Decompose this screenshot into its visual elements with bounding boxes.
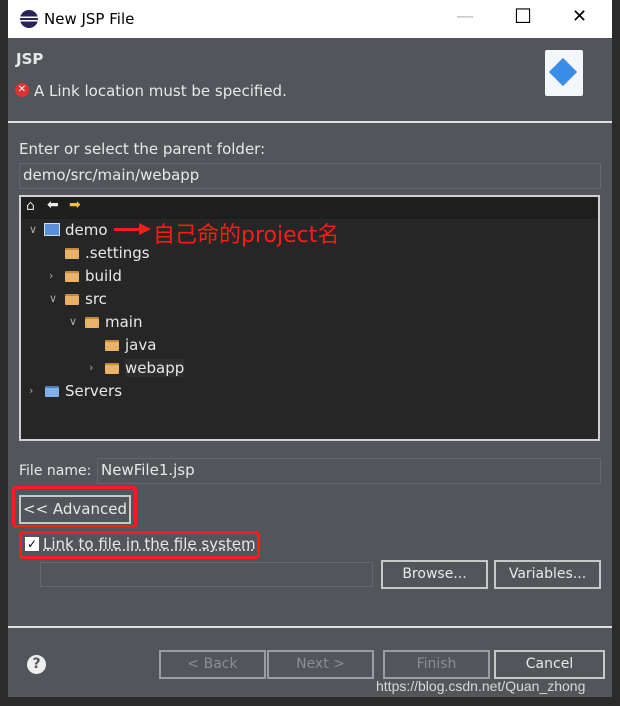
next-button[interactable]: Next > <box>267 650 374 679</box>
link-location-input[interactable] <box>40 562 373 587</box>
folder-icon <box>85 317 99 328</box>
link-checkbox[interactable]: ✓ <box>25 537 39 551</box>
tree-item-webapp[interactable]: › webapp <box>89 357 185 379</box>
folder-icon <box>65 271 79 282</box>
link-checkbox-label[interactable]: Link to file in the file system <box>43 535 256 553</box>
page-title: JSP <box>16 50 44 68</box>
cancel-button[interactable]: Cancel <box>494 650 605 679</box>
minimize-icon[interactable]: — <box>456 6 474 27</box>
folder-icon <box>65 294 79 305</box>
annotation-text: 自己命的project名 <box>153 223 340 248</box>
folder-icon <box>65 248 79 259</box>
folder-tree[interactable]: ⌂ ⬅ ➡ ∨ demo 自己命的project名 .settings › buil… <box>19 195 600 441</box>
eclipse-logo-icon <box>20 10 38 28</box>
error-icon: ✕ <box>15 83 29 97</box>
home-icon[interactable]: ⌂ <box>26 198 35 214</box>
file-name-input[interactable]: NewFile1.jsp <box>97 458 601 484</box>
advanced-button[interactable]: << Advanced <box>19 495 131 524</box>
tree-item-main[interactable]: ∨ main <box>69 311 142 333</box>
watermark: https://blog.csdn.net/Quan_zhong <box>376 678 586 694</box>
back-button[interactable]: < Back <box>159 650 266 679</box>
jsp-wizard-icon <box>545 50 583 96</box>
parent-folder-label: Enter or select the parent folder: <box>19 140 266 158</box>
back-arrow-icon[interactable]: ⬅ <box>47 197 59 213</box>
parent-folder-input[interactable]: demo/src/main/webapp <box>19 163 601 189</box>
title-bar: New JSP File — ☐ ✕ <box>8 0 612 38</box>
tree-item-src[interactable]: ∨ src <box>49 288 107 310</box>
tree-item-java[interactable]: java <box>105 334 156 356</box>
tree-item-settings[interactable]: .settings <box>65 242 150 264</box>
tree-toolbar: ⌂ ⬅ ➡ <box>21 197 598 219</box>
folder-icon <box>45 386 59 397</box>
finish-button[interactable]: Finish <box>383 650 490 679</box>
help-icon[interactable]: ? <box>27 655 46 674</box>
browse-button[interactable]: Browse... <box>381 560 488 589</box>
file-name-label: File name: <box>19 463 92 479</box>
maximize-icon[interactable]: ☐ <box>514 4 532 28</box>
close-icon[interactable]: ✕ <box>572 6 587 27</box>
variables-button[interactable]: Variables... <box>494 560 601 589</box>
tree-item-build[interactable]: › build <box>49 265 122 287</box>
window-title: New JSP File <box>44 10 135 28</box>
forward-arrow-icon[interactable]: ➡ <box>69 197 81 213</box>
folder-icon <box>105 340 119 351</box>
project-icon <box>44 223 60 236</box>
annotation-arrowhead <box>139 223 151 235</box>
folder-icon <box>105 363 119 374</box>
tree-item-servers[interactable]: › Servers <box>29 380 122 402</box>
error-message: A Link location must be specified. <box>34 82 287 100</box>
